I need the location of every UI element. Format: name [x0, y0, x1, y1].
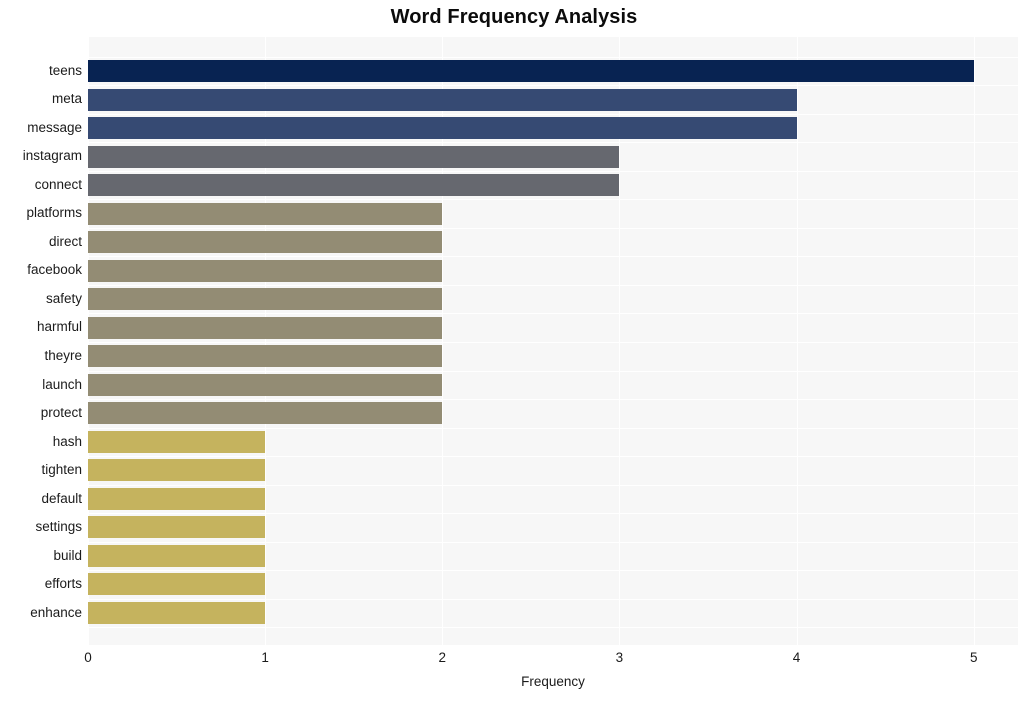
bar-row[interactable]	[88, 85, 1018, 114]
y-axis-tick-label: harmful	[36, 319, 82, 335]
bar-row[interactable]	[88, 599, 1018, 628]
bar[interactable]	[88, 516, 266, 539]
y-axis-tick-labels: teens meta message instagram connect platform…	[0, 37, 82, 645]
y-axis-tick-label: launch	[42, 376, 82, 392]
bar[interactable]	[88, 145, 620, 168]
plot-area	[88, 37, 1018, 645]
x-axis-tick-label: 5	[969, 650, 978, 665]
bar-row[interactable]	[88, 114, 1018, 143]
y-axis-tick-label: build	[53, 547, 82, 563]
x-axis-label: Frequency	[521, 674, 585, 689]
bar-row[interactable]	[88, 513, 1018, 542]
x-axis-tick-labels: 0 1 2 3 4 5	[84, 645, 1018, 675]
bar[interactable]	[88, 601, 266, 624]
bar-row[interactable]	[88, 313, 1018, 342]
bar-row[interactable]	[88, 199, 1018, 228]
bar[interactable]	[88, 402, 443, 425]
y-axis-tick-label: instagram	[22, 148, 82, 164]
bar[interactable]	[88, 487, 266, 510]
y-axis-tick-label: hash	[52, 433, 82, 449]
y-axis-tick-label: meta	[51, 91, 82, 107]
y-axis-tick-label: efforts	[44, 576, 82, 592]
bar-row[interactable]	[88, 228, 1018, 257]
y-axis-tick-label: teens	[48, 62, 82, 78]
chart-title: Word Frequency Analysis	[390, 6, 638, 28]
bar[interactable]	[88, 316, 443, 339]
bar[interactable]	[88, 544, 266, 567]
bar-row[interactable]	[88, 485, 1018, 514]
bar-row[interactable]	[88, 570, 1018, 599]
y-axis-tick-label: enhance	[30, 604, 82, 620]
bar[interactable]	[88, 60, 974, 83]
x-axis-tick-label: 0	[84, 650, 92, 665]
bar[interactable]	[88, 459, 266, 482]
y-axis-tick-label: tighten	[41, 462, 82, 477]
bar[interactable]	[88, 288, 443, 311]
bar[interactable]	[88, 573, 266, 596]
bar-row[interactable]	[88, 399, 1018, 428]
x-axis-tick-label: 3	[615, 650, 624, 665]
bar-row[interactable]	[88, 57, 1018, 86]
bar-row[interactable]	[88, 142, 1018, 171]
gridline-horizontal	[88, 627, 1018, 629]
y-axis-tick-label: theyre	[44, 347, 82, 363]
bar-row[interactable]	[88, 171, 1018, 200]
y-axis-tick-label: platforms	[26, 205, 82, 221]
bar-row[interactable]	[88, 342, 1018, 371]
x-axis-tick-label: 2	[438, 650, 447, 665]
x-axis-tick-label: 4	[792, 650, 801, 665]
chart-figure: Word Frequency Analysis teens meta message…	[0, 0, 1028, 701]
bar[interactable]	[88, 259, 443, 282]
bar-row[interactable]	[88, 428, 1018, 457]
x-axis-tick-label: 1	[261, 650, 269, 665]
bar[interactable]	[88, 430, 266, 453]
bar[interactable]	[88, 231, 443, 254]
y-axis-tick-label: connect	[34, 176, 82, 192]
y-axis-tick-label: safety	[45, 290, 82, 306]
bar[interactable]	[88, 174, 620, 197]
bar-row[interactable]	[88, 285, 1018, 314]
y-axis-tick-label: settings	[35, 519, 82, 535]
bar[interactable]	[88, 373, 443, 396]
bar[interactable]	[88, 117, 797, 140]
y-axis-tick-label: default	[41, 490, 82, 506]
y-axis-tick-label: protect	[40, 405, 82, 420]
bar[interactable]	[88, 345, 443, 368]
y-axis-tick-label: message	[27, 119, 82, 135]
bar[interactable]	[88, 88, 797, 111]
y-axis-tick-label: direct	[48, 233, 82, 249]
y-axis-tick-label: facebook	[27, 262, 82, 278]
bar[interactable]	[88, 202, 443, 225]
bar-row[interactable]	[88, 542, 1018, 571]
bar-row[interactable]	[88, 371, 1018, 400]
bar-row[interactable]	[88, 256, 1018, 285]
bar-row[interactable]	[88, 456, 1018, 485]
